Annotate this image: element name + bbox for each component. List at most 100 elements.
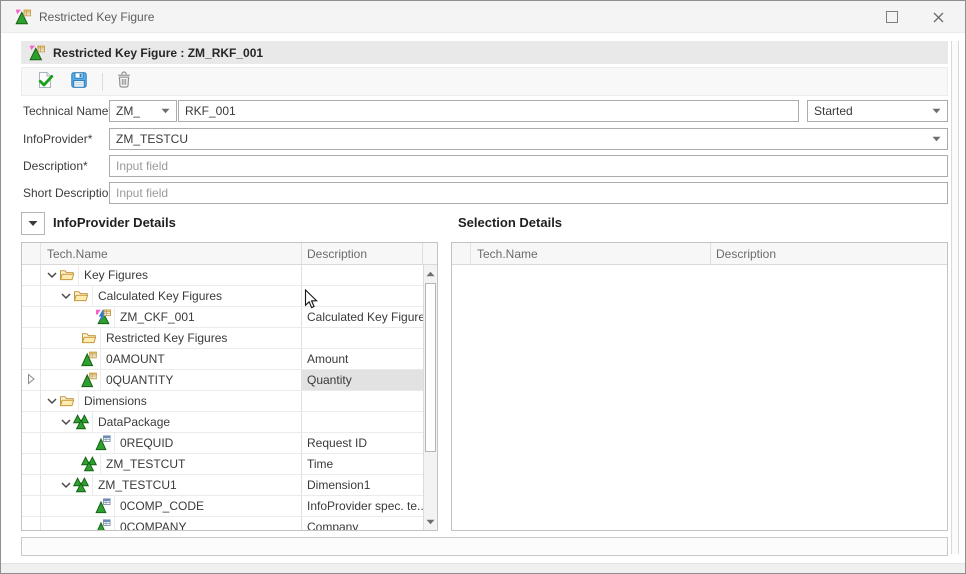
chevron-down-icon[interactable] — [59, 289, 73, 303]
tree-row-label: ZM_CKF_001 — [114, 307, 195, 327]
status-select[interactable]: Started — [807, 100, 948, 122]
characteristic-icon — [95, 435, 111, 451]
form-scrollbar-track[interactable] — [951, 41, 959, 554]
save-icon — [70, 71, 88, 92]
chevron-slot — [59, 352, 73, 366]
chevron-down-icon — [932, 136, 941, 142]
folder-open-icon — [81, 330, 97, 346]
maximize-button[interactable] — [877, 6, 907, 28]
editor-title: Restricted Key Figure : ZM_RKF_001 — [53, 46, 263, 60]
tree-row-label: Key Figures — [78, 265, 148, 285]
infoprovider-details-table: Tech.Name Description Key FiguresCalcula… — [21, 242, 438, 531]
tree-row-0requid[interactable]: 0REQUIDRequest ID — [22, 433, 423, 454]
row-gutter — [22, 370, 41, 390]
collapse-section-button[interactable] — [21, 212, 45, 235]
tree-row-label: DataPackage — [92, 412, 170, 432]
tree-row-label: 0QUANTITY — [100, 370, 173, 390]
tree-row-0comp-code[interactable]: 0COMP_CODEInfoProvider spec. te... — [22, 496, 423, 517]
tree-row-description: Dimension1 — [302, 475, 423, 495]
tech-name-column-header[interactable]: Tech.Name — [471, 243, 711, 264]
tree-row-calculated-key-figures[interactable]: Calculated Key Figures — [22, 286, 423, 307]
scroll-down-button[interactable] — [424, 513, 437, 530]
tree-row-restricted-key-figures[interactable]: Restricted Key Figures — [22, 328, 423, 349]
description-label: Description* — [23, 155, 88, 177]
row-gutter — [22, 412, 41, 432]
chevron-slot — [59, 373, 73, 387]
folder-open-icon — [59, 267, 75, 283]
chevron-slot — [59, 457, 73, 471]
short-description-input[interactable] — [109, 182, 948, 204]
tree-row-description: Time — [302, 454, 423, 474]
row-gutter — [22, 496, 41, 516]
tree-row-label: 0REQUID — [114, 433, 173, 453]
chevron-down-icon — [161, 108, 170, 114]
tree-row-zm-ckf-001[interactable]: ZM_CKF_001 Calculated Key Figure... — [22, 307, 423, 328]
key-figure-icon — [81, 351, 97, 367]
tree-scrollbar[interactable] — [423, 265, 437, 530]
chevron-slot — [73, 520, 87, 531]
close-button[interactable] — [923, 6, 953, 28]
window-resize-border — [1, 563, 965, 574]
chevron-down-icon[interactable] — [45, 394, 59, 408]
scrollbar-header-cell — [423, 243, 437, 264]
row-gutter — [22, 517, 41, 531]
status-value: Started — [814, 104, 853, 118]
validate-icon — [36, 71, 54, 92]
description-column-header[interactable]: Description — [711, 243, 947, 264]
tree-row-label: Dimensions — [78, 391, 147, 411]
tree-row-description — [302, 391, 423, 411]
technical-name-prefix-select[interactable]: ZM_ — [109, 100, 177, 122]
status-bar — [21, 537, 948, 556]
row-indicator-icon — [26, 372, 36, 389]
infoprovider-select[interactable]: ZM_TESTCU — [109, 128, 948, 150]
tree-row-description: Calculated Key Figure... — [302, 307, 423, 327]
chevron-down-icon[interactable] — [59, 478, 73, 492]
tree-row-datapackage[interactable]: DataPackage — [22, 412, 423, 433]
delete-button[interactable] — [111, 70, 137, 94]
row-gutter — [22, 307, 41, 327]
scrollbar-thumb[interactable] — [425, 283, 436, 452]
dimension-icon — [81, 456, 97, 472]
row-gutter — [22, 349, 41, 369]
selection-details-title: Selection Details — [458, 215, 562, 230]
description-input[interactable] — [109, 155, 948, 177]
editor-header: Restricted Key Figure : ZM_RKF_001 — [21, 41, 948, 64]
restricted-key-figure-icon — [29, 45, 45, 61]
scroll-up-button[interactable] — [424, 265, 437, 282]
folder-open-icon — [59, 393, 75, 409]
table-header: Tech.Name Description — [452, 243, 947, 265]
chevron-slot — [59, 331, 73, 345]
tree-row-zm-testcut[interactable]: ZM_TESTCUTTime — [22, 454, 423, 475]
tree-row-description — [302, 265, 423, 285]
chevron-down-icon[interactable] — [59, 415, 73, 429]
tree-row-0company[interactable]: 0COMPANYCompany — [22, 517, 423, 531]
technical-name-input[interactable] — [178, 100, 799, 122]
folder-open-icon — [73, 288, 89, 304]
tree-row-label: 0COMP_CODE — [114, 496, 204, 516]
row-gutter — [22, 454, 41, 474]
description-column-header[interactable]: Description — [302, 243, 423, 264]
triangle-down-icon — [426, 519, 435, 525]
tree-row-0amount[interactable]: 0AMOUNTAmount — [22, 349, 423, 370]
restricted-key-figure-window: Restricted Key Figure Restricted Key Fig… — [0, 0, 966, 574]
infoprovider-label: InfoProvider* — [23, 128, 92, 150]
row-gutter — [22, 391, 41, 411]
row-gutter — [22, 286, 41, 306]
infoprovider-details-title: InfoProvider Details — [53, 215, 176, 230]
tree-row-zm-testcu1[interactable]: ZM_TESTCU1Dimension1 — [22, 475, 423, 496]
triangle-up-icon — [426, 271, 435, 277]
tree-row-label: Calculated Key Figures — [92, 286, 222, 306]
tree-row-description: Quantity — [302, 370, 423, 390]
row-gutter — [22, 328, 41, 348]
validate-button[interactable] — [32, 70, 58, 94]
tree-row-0quantity[interactable]: 0QUANTITY Quantity — [22, 370, 423, 391]
chevron-down-icon[interactable] — [45, 268, 59, 282]
tech-name-column-header[interactable]: Tech.Name — [41, 243, 302, 264]
tree-row-description: Amount — [302, 349, 423, 369]
tree-row-description: Company — [302, 517, 423, 531]
window-title: Restricted Key Figure — [39, 10, 154, 24]
save-button[interactable] — [66, 70, 92, 94]
dimension-icon — [73, 414, 89, 430]
tree-row-dimensions[interactable]: Dimensions — [22, 391, 423, 412]
tree-row-key-figures[interactable]: Key Figures — [22, 265, 423, 286]
